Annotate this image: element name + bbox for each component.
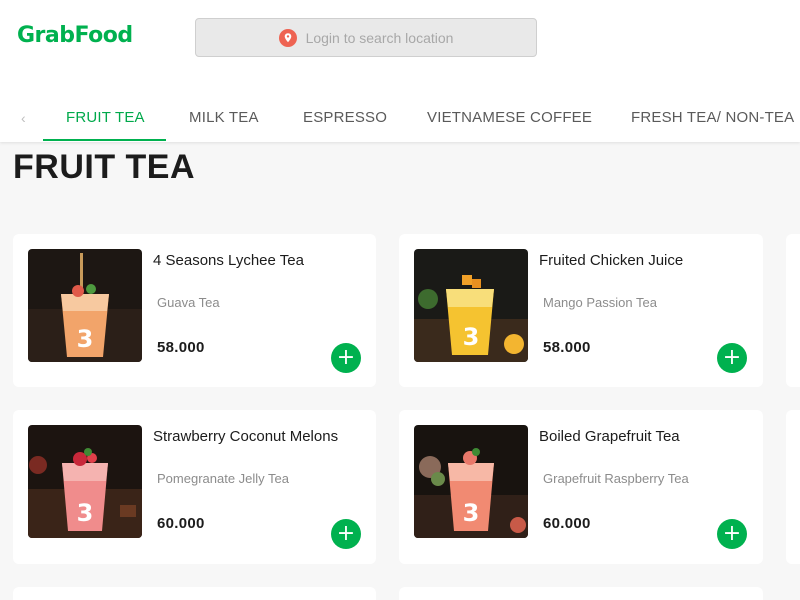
menu-item-card[interactable]: 3 Fruited Chicken Juice Mango Passion Te…	[399, 234, 763, 387]
menu-item-card-partial[interactable]	[786, 234, 800, 387]
location-pin-icon	[278, 28, 297, 47]
item-name: Boiled Grapefruit Tea	[539, 428, 680, 445]
item-photo: 3	[28, 425, 142, 538]
item-price: 60.000	[157, 515, 205, 532]
menu-item-card[interactable]: 3 Boiled Grapefruit Tea Grapefruit Raspb…	[399, 410, 763, 564]
item-photo: 3	[414, 425, 528, 538]
item-price: 58.000	[543, 339, 591, 356]
tab-milk-tea[interactable]: MILK TEA	[189, 109, 259, 126]
tab-vietnamese-coffee[interactable]: VIETNAMESE COFFEE	[427, 109, 592, 126]
svg-text:3: 3	[463, 499, 480, 527]
svg-text:3: 3	[77, 325, 94, 353]
section-title: FRUIT TEA	[13, 148, 196, 186]
add-to-cart-button[interactable]: +	[331, 519, 361, 549]
grabfood-logo[interactable]: GrabFood	[17, 23, 133, 48]
menu-item-card-partial[interactable]	[399, 587, 763, 600]
item-price: 60.000	[543, 515, 591, 532]
item-name: Strawberry Coconut Melons	[153, 428, 339, 445]
tab-fresh-tea-non-tea[interactable]: FRESH TEA/ NON-TEA	[631, 109, 794, 126]
item-price: 58.000	[157, 339, 205, 356]
search-placeholder: Login to search location	[305, 29, 454, 46]
chevron-left-icon[interactable]: ‹	[21, 110, 26, 126]
item-description: Pomegranate Jelly Tea	[157, 471, 290, 486]
item-description: Guava Tea	[157, 295, 220, 310]
item-description: Mango Passion Tea	[543, 295, 657, 310]
add-to-cart-button[interactable]: +	[717, 519, 747, 549]
item-description: Grapefruit Raspberry Tea	[543, 471, 689, 486]
item-name: 4 Seasons Lychee Tea	[153, 252, 304, 269]
active-tab-indicator	[43, 139, 166, 141]
menu-item-card[interactable]: 3 4 Seasons Lychee Tea Guava Tea 58.000 …	[13, 234, 376, 387]
tab-fruit-tea[interactable]: FRUIT TEA	[66, 109, 145, 126]
category-tabs: ‹ FRUIT TEA MILK TEA ESPRESSO VIETNAMESE…	[0, 96, 800, 142]
tab-espresso[interactable]: ESPRESSO	[303, 109, 387, 126]
item-photo: 3	[414, 249, 528, 362]
svg-text:3: 3	[463, 323, 480, 351]
item-name: Fruited Chicken Juice	[539, 252, 684, 269]
location-search-bar[interactable]: Login to search location	[195, 18, 537, 57]
menu-item-card-partial[interactable]	[13, 587, 376, 600]
menu-item-card-partial[interactable]	[786, 410, 800, 564]
svg-text:3: 3	[77, 499, 94, 527]
top-bar: GrabFood Login to search location ‹ FRUI…	[0, 0, 800, 142]
add-to-cart-button[interactable]: +	[331, 343, 361, 373]
item-photo: 3	[28, 249, 142, 362]
add-to-cart-button[interactable]: +	[717, 343, 747, 373]
menu-item-card[interactable]: 3 Strawberry Coconut Melons Pomegranate …	[13, 410, 376, 564]
